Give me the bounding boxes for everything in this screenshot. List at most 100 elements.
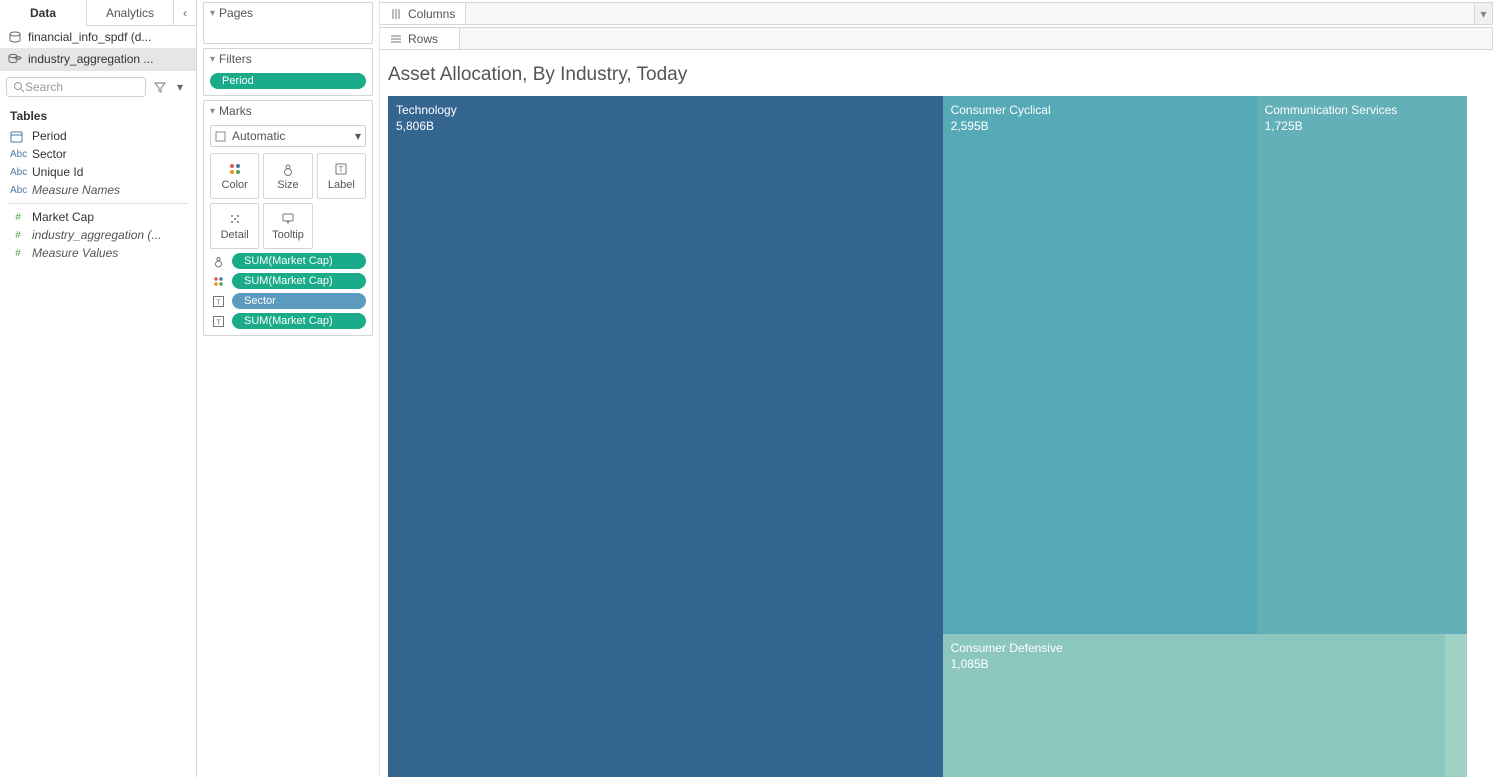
- field-period[interactable]: Period: [4, 127, 192, 145]
- field-market-cap[interactable]: # Market Cap: [4, 208, 192, 226]
- pages-label: Pages: [219, 6, 253, 20]
- chevron-down-icon: ▾: [210, 106, 215, 117]
- treemap-cell[interactable]: Consumer Cyclical2,595B: [943, 96, 1257, 634]
- treemap[interactable]: Technology5,806BConsumer Cyclical2,595BC…: [388, 96, 1467, 777]
- marks-header[interactable]: ▾ Marks: [204, 101, 372, 121]
- marks-type-value: Automatic: [232, 129, 285, 143]
- search-box[interactable]: [6, 77, 146, 97]
- marks-card: ▾ Marks Automatic ▾ Color: [203, 100, 373, 336]
- mark-label-button[interactable]: T Label: [317, 153, 366, 199]
- size-icon: [281, 162, 295, 176]
- treemap-cell-name: Communication Services: [1265, 102, 1459, 118]
- encoding-pill[interactable]: SUM(Market Cap): [232, 253, 366, 269]
- field-label: Market Cap: [32, 210, 94, 224]
- label-icon: T: [210, 315, 226, 328]
- chevron-down-icon: ▾: [210, 8, 215, 19]
- field-label: Unique Id: [32, 165, 83, 179]
- treemap-cell-value: 1,085B: [951, 656, 1438, 672]
- label-icon: T: [210, 295, 226, 308]
- data-pane: Data Analytics ‹ financial_info_spdf (d.…: [0, 0, 197, 777]
- pages-drop[interactable]: [204, 23, 372, 43]
- color-icon: [228, 162, 242, 176]
- treemap-cell-value: 5,806B: [396, 118, 935, 134]
- data-pane-tabs: Data Analytics ‹: [0, 0, 196, 26]
- encoding-pill[interactable]: SUM(Market Cap): [232, 273, 366, 289]
- abc-icon: Abc: [10, 167, 26, 178]
- filter-pill-period[interactable]: Period: [210, 73, 366, 89]
- number-icon: #: [10, 230, 26, 241]
- marks-type-select[interactable]: Automatic ▾: [210, 125, 366, 147]
- encoding-row[interactable]: SUM(Market Cap): [210, 253, 366, 269]
- filters-label: Filters: [219, 52, 252, 66]
- field-measure-values[interactable]: # Measure Values: [4, 244, 192, 262]
- datasource-list: financial_info_spdf (d... industry_aggre…: [0, 26, 196, 71]
- rows-label: Rows: [408, 32, 438, 46]
- treemap-cell-name: Consumer Defensive: [951, 640, 1438, 656]
- mark-color-label: Color: [222, 179, 248, 191]
- field-label: Period: [32, 129, 67, 143]
- columns-drop[interactable]: [466, 3, 1474, 24]
- svg-text:T: T: [216, 299, 221, 306]
- chevron-down-icon: ▾: [210, 54, 215, 65]
- field-unique-id[interactable]: Abc Unique Id: [4, 163, 192, 181]
- columns-shelf[interactable]: Columns ▾: [380, 2, 1493, 25]
- rows-shelf[interactable]: Rows: [380, 27, 1493, 50]
- marks-label: Marks: [219, 104, 252, 118]
- number-icon: #: [10, 248, 26, 259]
- chevron-down-icon: ▾: [355, 129, 361, 143]
- columns-icon: [390, 8, 402, 20]
- search-row: ▾: [0, 71, 196, 103]
- encoding-pill[interactable]: Sector: [232, 293, 366, 309]
- filters-header[interactable]: ▾ Filters: [204, 49, 372, 69]
- pages-card[interactable]: ▾ Pages: [203, 2, 373, 44]
- field-measure-names[interactable]: Abc Measure Names: [4, 181, 192, 199]
- filter-icon[interactable]: [151, 78, 169, 96]
- mark-label-label: Label: [328, 179, 355, 191]
- encoding-row[interactable]: SUM(Market Cap): [210, 273, 366, 289]
- rows-drop[interactable]: [460, 28, 1492, 49]
- svg-text:T: T: [339, 165, 344, 174]
- treemap-cell-name: Technology: [396, 102, 935, 118]
- datasource-multi-icon: [8, 52, 22, 66]
- rows-icon: [390, 33, 402, 45]
- pages-header[interactable]: ▾ Pages: [204, 3, 372, 23]
- mark-size-label: Size: [277, 179, 298, 191]
- treemap-cell[interactable]: [1445, 634, 1467, 777]
- mark-tooltip-label: Tooltip: [272, 229, 304, 241]
- size-icon: [210, 255, 226, 268]
- encoding-row[interactable]: T Sector: [210, 293, 366, 309]
- abc-icon: Abc: [10, 185, 26, 196]
- automatic-square-icon: [215, 131, 226, 142]
- datasource-item[interactable]: industry_aggregation ...: [0, 48, 196, 70]
- mark-size-button[interactable]: Size: [263, 153, 312, 199]
- mark-color-button[interactable]: Color: [210, 153, 259, 199]
- encoding-row[interactable]: T SUM(Market Cap): [210, 313, 366, 329]
- mark-detail-label: Detail: [221, 229, 249, 241]
- tab-data[interactable]: Data: [0, 0, 87, 26]
- field-label: Sector: [32, 147, 67, 161]
- marks-buttons: Color Size T Label: [210, 153, 366, 249]
- search-input[interactable]: [25, 80, 139, 94]
- tab-analytics[interactable]: Analytics: [87, 0, 174, 26]
- treemap-cell[interactable]: Communication Services1,725B: [1257, 96, 1467, 634]
- collapse-data-pane-icon[interactable]: ‹: [174, 0, 196, 26]
- chevron-down-icon[interactable]: ▾: [171, 78, 189, 96]
- encoding-pill[interactable]: SUM(Market Cap): [232, 313, 366, 329]
- mark-detail-button[interactable]: Detail: [210, 203, 259, 249]
- treemap-cell[interactable]: Technology5,806B: [388, 96, 943, 777]
- date-icon: [10, 130, 26, 143]
- viz-pane: Columns ▾ Rows Asset Allocation, By Indu…: [380, 0, 1497, 777]
- label-icon: T: [334, 162, 348, 176]
- filters-body[interactable]: Period: [204, 69, 372, 95]
- field-industry-aggregation[interactable]: # industry_aggregation (...: [4, 226, 192, 244]
- filters-card[interactable]: ▾ Filters Period: [203, 48, 373, 96]
- viz-title[interactable]: Asset Allocation, By Industry, Today: [380, 50, 1497, 96]
- field-sector[interactable]: Abc Sector: [4, 145, 192, 163]
- columns-menu-button[interactable]: ▾: [1474, 3, 1492, 24]
- treemap-cell[interactable]: Consumer Defensive1,085B: [943, 634, 1446, 777]
- datasource-item[interactable]: financial_info_spdf (d...: [0, 26, 196, 48]
- search-icon: [13, 81, 25, 93]
- field-label: Measure Values: [32, 246, 118, 260]
- detail-icon: [228, 212, 242, 226]
- mark-tooltip-button[interactable]: Tooltip: [263, 203, 312, 249]
